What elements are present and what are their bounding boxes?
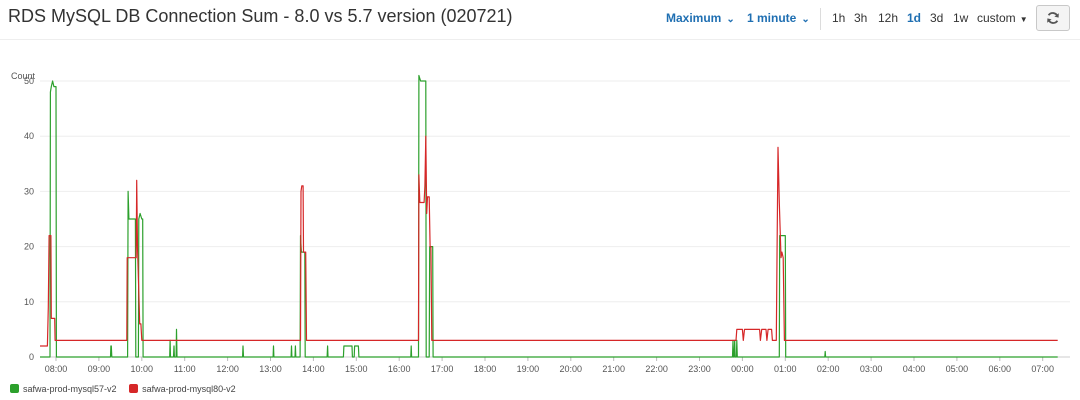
chevron-down-icon: ⌄: [801, 14, 810, 25]
period-label: 1 minute: [747, 11, 797, 25]
toolbar: Maximum ⌄ 1 minute ⌄ 1h 3h 12h 1d 3d 1w cu…: [650, 0, 1080, 38]
x-tick-label: 16:00: [388, 364, 411, 374]
statistic-label: Maximum: [666, 11, 722, 25]
x-tick-label: 02:00: [817, 364, 840, 374]
x-tick-label: 04:00: [903, 364, 926, 374]
y-axis-ticks: 0 10 20 30 40 50: [24, 76, 34, 362]
legend-item-mysql80[interactable]: safwa-prod-mysql80-v2: [129, 384, 236, 394]
series-line-mysql80: [40, 135, 1058, 347]
x-tick-label: 13:00: [259, 364, 282, 374]
x-tick-label: 17:00: [431, 364, 454, 374]
statistic-dropdown[interactable]: Maximum ⌄: [666, 11, 735, 25]
y-tick-label: 40: [24, 131, 34, 141]
series-line-mysql57: [40, 74, 1058, 358]
legend-swatch: [129, 384, 139, 393]
legend-label: safwa-prod-mysql80-v2: [142, 384, 236, 394]
chart-grid: [40, 80, 1070, 358]
range-3h[interactable]: 3h: [854, 11, 867, 25]
x-axis-ticks: 08:00 09:00 10:00 11:00 12:00 13:00 14:00 15:00…: [45, 357, 1054, 374]
y-tick-label: 50: [24, 76, 34, 86]
x-tick-label: 09:00: [88, 364, 111, 374]
x-tick-label: 12:00: [216, 364, 239, 374]
toolbar-divider: [820, 8, 821, 30]
y-tick-label: 0: [29, 352, 34, 362]
x-tick-label: 03:00: [860, 364, 883, 374]
x-tick-label: 23:00: [688, 364, 711, 374]
y-tick-label: 10: [24, 297, 34, 307]
refresh-button[interactable]: [1036, 5, 1070, 31]
line-chart: Count 01020304050 08:00 09:00 10:00 11:00 12…: [11, 71, 1070, 374]
x-tick-label: 18:00: [474, 364, 497, 374]
x-tick-label: 22:00: [645, 364, 668, 374]
chevron-down-icon: ⌄: [726, 14, 735, 25]
legend-swatch: [10, 384, 19, 393]
x-tick-label: 20:00: [560, 364, 583, 374]
y-tick-label: 30: [24, 186, 34, 196]
x-tick-label: 07:00: [1031, 364, 1054, 374]
chart-series: [40, 74, 1058, 358]
x-tick-label: 08:00: [45, 364, 68, 374]
chart-legend: safwa-prod-mysql57-v2 safwa-prod-mysql80…: [10, 384, 246, 394]
x-tick-label: 06:00: [989, 364, 1012, 374]
x-tick-label: 01:00: [774, 364, 797, 374]
x-tick-label: 14:00: [302, 364, 325, 374]
legend-item-mysql57[interactable]: safwa-prod-mysql57-v2: [10, 384, 117, 394]
range-1d[interactable]: 1d: [907, 11, 921, 25]
range-1w[interactable]: 1w: [953, 11, 968, 25]
x-tick-label: 15:00: [345, 364, 368, 374]
x-tick-label: 05:00: [946, 364, 969, 374]
range-1h[interactable]: 1h: [832, 11, 845, 25]
range-12h[interactable]: 12h: [878, 11, 898, 25]
y-tick-label: 20: [24, 242, 34, 252]
x-tick-label: 19:00: [517, 364, 540, 374]
page-title: RDS MySQL DB Connection Sum - 8.0 vs 5.7…: [8, 6, 513, 26]
x-tick-label: 10:00: [131, 364, 154, 374]
x-tick-label: 11:00: [174, 364, 196, 374]
range-custom[interactable]: custom ▼: [977, 11, 1028, 25]
refresh-icon: [1047, 12, 1059, 24]
legend-label: safwa-prod-mysql57-v2: [23, 384, 117, 394]
x-tick-label: 00:00: [731, 364, 754, 374]
period-dropdown[interactable]: 1 minute ⌄: [747, 11, 810, 25]
range-3d[interactable]: 3d: [930, 11, 943, 25]
header-divider: [0, 39, 1080, 40]
x-tick-label: 21:00: [602, 364, 625, 374]
caret-down-icon: ▼: [1019, 15, 1028, 24]
custom-label: custom: [977, 11, 1016, 25]
